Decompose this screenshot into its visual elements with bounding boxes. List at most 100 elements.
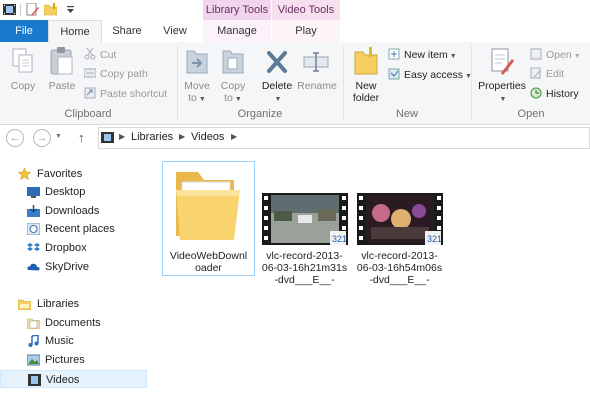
edit-label: Edit (546, 68, 565, 80)
delete-button[interactable]: Delete ▼ (258, 80, 296, 106)
paste-shortcut-label: Paste shortcut (100, 88, 168, 100)
history-button[interactable]: History (530, 86, 579, 102)
nav-dropbox[interactable]: Dropbox (0, 239, 147, 257)
nav-music[interactable]: Music (0, 332, 147, 350)
tab-file[interactable]: File (0, 20, 48, 42)
recent-places-icon (27, 223, 40, 235)
nav-label: Pictures (45, 354, 85, 366)
nav-favorites[interactable]: Favorites (0, 165, 147, 183)
skydrive-icon (27, 263, 40, 271)
move-to-button[interactable]: Move to ▼ (180, 80, 214, 106)
file-name-line: vlc-record-2013- (266, 250, 343, 262)
back-button[interactable]: ← (6, 129, 24, 147)
new-item-button[interactable]: New item ▼ (388, 47, 457, 63)
nav-label: Documents (45, 317, 101, 329)
nav-skydrive[interactable]: SkyDrive (0, 258, 147, 276)
new-folder-button[interactable]: New folder (346, 80, 386, 104)
properties-qat-icon[interactable] (26, 3, 39, 16)
open-icon (530, 48, 542, 60)
dropdown-caret-icon: ▼ (234, 96, 242, 103)
nav-recent-places[interactable]: Recent places (0, 220, 147, 238)
edit-button[interactable]: Edit (530, 66, 564, 82)
nav-downloads[interactable]: Downloads (0, 202, 147, 220)
open-label: Open (546, 49, 572, 61)
file-name-line: VideoWebDownl (169, 250, 248, 262)
breadcrumb-chevron-icon[interactable]: ▶ (231, 132, 237, 141)
new-folder-sub-label: folder (352, 92, 380, 104)
dropdown-caret-icon: ▼ (198, 96, 206, 103)
new-folder-icon (354, 47, 378, 75)
rename-button[interactable]: Rename (296, 80, 338, 92)
qat-divider (20, 4, 21, 16)
nav-label: Desktop (45, 186, 86, 198)
copy-path-button[interactable]: Copy path (84, 66, 148, 82)
paste-button[interactable]: Paste (44, 80, 80, 92)
library-tools-context-label: Library Tools (203, 0, 271, 20)
file-name: vlc-record-2013- 06-03-16h21m31s -dvd___… (258, 250, 351, 286)
file-name: VideoWebDownl oader (163, 250, 254, 274)
copy-button[interactable]: Copy (4, 80, 42, 92)
video-thumbnail-icon: 321 (262, 193, 348, 245)
file-name-line: -dvd___E__- (274, 274, 335, 286)
paste-shortcut-icon (84, 87, 96, 99)
tab-share[interactable]: Share (104, 20, 150, 42)
file-name-line: 06-03-16h54m06s (356, 262, 443, 274)
file-name: vlc-record-2013- 06-03-16h54m06s -dvd___… (353, 250, 446, 286)
rename-icon (303, 52, 329, 72)
nav-label: Favorites (37, 168, 83, 180)
copy-to-button[interactable]: Copy to ▼ (216, 80, 250, 106)
nav-desktop[interactable]: Desktop (0, 183, 147, 201)
nav-label: Libraries (37, 298, 80, 310)
breadcrumb-chevron-icon[interactable]: ▶ (179, 132, 185, 141)
file-name-line: 06-03-16h21m31s (261, 262, 348, 274)
copy-icon (12, 48, 33, 73)
new-item-label: New item (404, 49, 448, 61)
breadcrumb-libraries[interactable]: Libraries (131, 131, 173, 143)
move-to-icon (186, 50, 208, 74)
file-name-line: vlc-record-2013- (361, 250, 438, 262)
nav-documents[interactable]: Documents (0, 314, 147, 332)
scissors-icon (84, 48, 96, 60)
tab-manage[interactable]: Manage (203, 20, 271, 42)
nav-pictures[interactable]: Pictures (0, 351, 147, 369)
move-to-label: Move (184, 80, 210, 92)
copy-to-icon (222, 50, 244, 74)
tab-home[interactable]: Home (48, 20, 102, 42)
dropdown-caret-icon: ▼ (573, 53, 581, 60)
cut-label: Cut (100, 49, 117, 61)
copy-to-label: Copy (220, 80, 246, 92)
customize-qat-icon[interactable] (64, 3, 77, 16)
svg-text:321: 321 (427, 234, 442, 244)
video-tools-context-label: Video Tools (272, 0, 340, 20)
organize-group-label: Organize (237, 108, 283, 120)
tab-view[interactable]: View (152, 20, 198, 42)
up-arrow-icon[interactable]: ↑ (78, 130, 85, 145)
open-button[interactable]: Open ▼ (530, 47, 581, 63)
dropdown-caret-icon: ▼ (499, 96, 507, 103)
move-to-sub-label: to (188, 92, 197, 104)
film-app-icon[interactable] (3, 3, 16, 16)
properties-icon (491, 48, 514, 75)
recent-locations-dropdown-icon[interactable]: ▼ (55, 133, 62, 140)
back-arrow-icon: ← (9, 132, 21, 144)
new-folder-qat-icon[interactable] (44, 3, 57, 16)
documents-icon (27, 318, 40, 329)
paste-shortcut-button[interactable]: Paste shortcut (84, 86, 167, 102)
breadcrumb-videos[interactable]: Videos (191, 131, 224, 143)
tab-play[interactable]: Play (272, 20, 340, 42)
nav-videos[interactable]: Videos (0, 370, 147, 388)
forward-button[interactable]: → (33, 129, 51, 147)
properties-label: Properties (478, 80, 526, 92)
nav-libraries[interactable]: Libraries (0, 295, 147, 313)
open-group-label: Open (517, 108, 545, 120)
cut-button[interactable]: Cut (84, 47, 116, 63)
properties-button[interactable]: Properties ▼ (476, 80, 528, 106)
nav-label: Downloads (45, 205, 100, 217)
music-icon (28, 335, 39, 347)
easy-access-button[interactable]: Easy access ▼ (388, 67, 472, 83)
breadcrumb-chevron-icon[interactable]: ▶ (119, 132, 125, 141)
downloads-icon (27, 205, 40, 217)
video-thumbnail-icon: 321 (357, 193, 443, 245)
nav-label: Recent places (45, 223, 115, 235)
copy-to-sub-label: to (224, 92, 233, 104)
